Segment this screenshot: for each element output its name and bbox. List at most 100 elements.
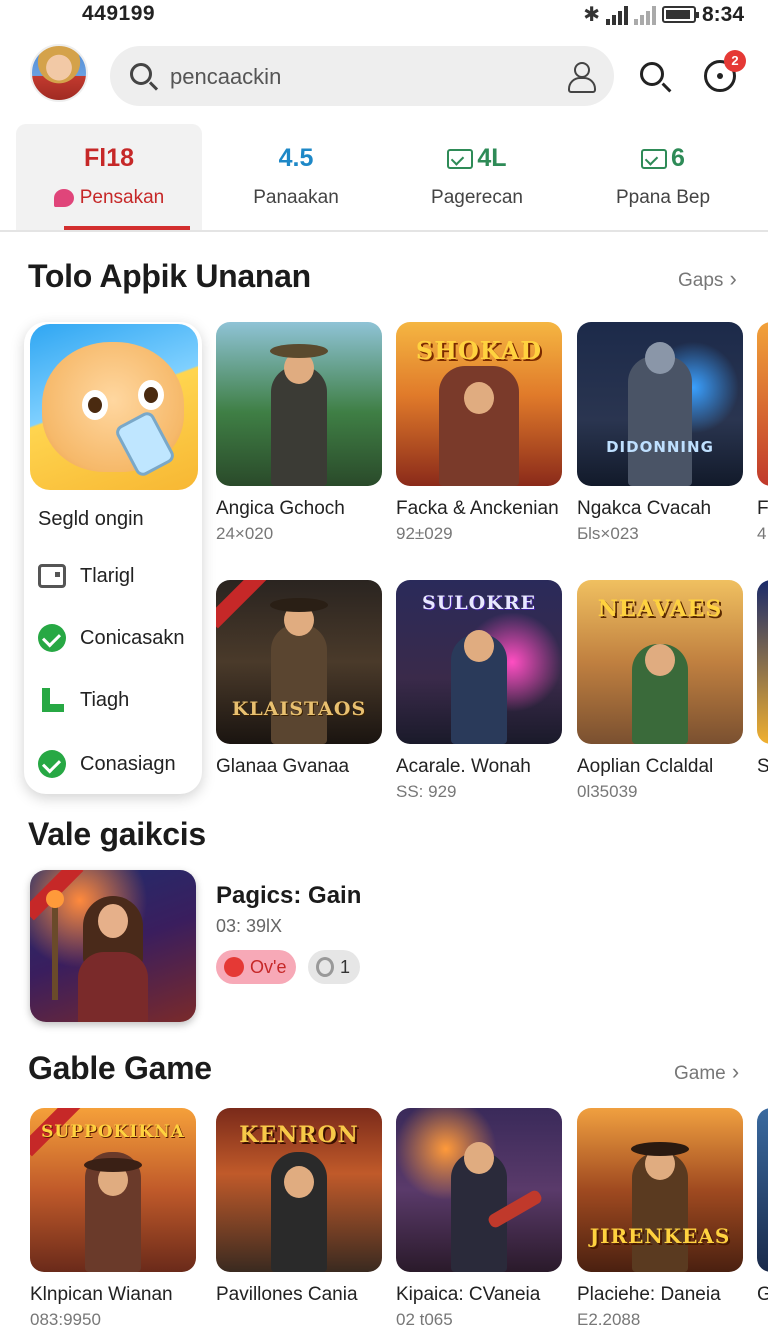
game-thumbnail: SULOKRE bbox=[396, 580, 562, 744]
game-meta: 92±029 bbox=[396, 524, 453, 543]
game-name: Facka & Anckenian bbox=[396, 498, 559, 519]
tab-value: Fl18 bbox=[83, 144, 135, 172]
search-bar[interactable]: pencaackin bbox=[110, 46, 614, 106]
game-name: Ngakca Cvacah bbox=[577, 498, 712, 519]
dropdown-menu-card: Segld ongin Tlarigl Conicasakn Tiagh Con… bbox=[24, 322, 202, 794]
tab-label: Pagerecan bbox=[431, 187, 523, 208]
game-card[interactable]: DIDONNING Ngakca Cvacah Ƃls×023 bbox=[577, 322, 743, 544]
game-name: Aoplian Cclaldal bbox=[577, 756, 714, 777]
section-title-top-apps: Tolo Apþik Unanan bbox=[28, 258, 311, 294]
status-icons: ✱ 8:34 bbox=[583, 2, 744, 27]
tab-pagerecan[interactable]: 4L Pagerecan bbox=[384, 124, 570, 230]
game-meta: 0l35039 bbox=[577, 782, 638, 801]
search-icon bbox=[130, 63, 152, 85]
box-icon bbox=[38, 564, 66, 588]
tab-label: Ppana Bep bbox=[615, 187, 711, 208]
game-logo: KLAISTAOS bbox=[231, 698, 367, 720]
menu-item-tiagh[interactable]: Tiagh bbox=[38, 686, 129, 714]
mascot-image[interactable] bbox=[30, 324, 198, 490]
app-header: pencaackin 2 bbox=[0, 42, 768, 110]
check-icon bbox=[38, 750, 66, 778]
game-name: Klnpican Wianan bbox=[30, 1284, 173, 1305]
status-bar: 449199 ✱ 8:34 bbox=[0, 0, 768, 30]
game-logo: DIDONNING bbox=[606, 438, 714, 456]
signal-icon bbox=[605, 5, 628, 25]
game-card-partial[interactable]: G bbox=[757, 1108, 768, 1310]
tab-label: Pensakan bbox=[79, 187, 165, 208]
menu-item-conasiagn[interactable]: Conasiagn bbox=[38, 750, 176, 778]
game-logo: NEAVAES bbox=[597, 596, 723, 622]
section-more-link[interactable]: Game bbox=[674, 1059, 739, 1085]
featured-game-thumbnail[interactable] bbox=[30, 870, 196, 1022]
chip-label: 1 bbox=[339, 957, 350, 977]
tab-value: 4L bbox=[477, 144, 507, 172]
circle-icon bbox=[316, 957, 334, 977]
game-meta: 24×020 bbox=[216, 524, 274, 543]
featured-game-title[interactable]: Pagics: Gain bbox=[216, 882, 361, 910]
game-card[interactable]: JIRENKEAS Placiehe: Daneia E2.2088 bbox=[577, 1108, 743, 1330]
header-search-icon[interactable] bbox=[640, 62, 664, 86]
featured-game-meta: 03: 39lX bbox=[216, 916, 283, 936]
game-card[interactable]: SHOKAD Facka & Anckenian 92±029 bbox=[396, 322, 562, 544]
game-name: Glanaa Gvanaa bbox=[216, 756, 350, 777]
game-card[interactable]: NEAVAES Aoplian Cclaldal 0l35039 bbox=[577, 580, 743, 802]
game-card-partial[interactable]: S bbox=[757, 580, 768, 782]
menu-item-label: Tiagh bbox=[80, 688, 130, 711]
game-thumbnail: NEAVAES bbox=[577, 580, 743, 744]
game-thumbnail: KENRON bbox=[216, 1108, 382, 1272]
search-input[interactable]: pencaackin bbox=[170, 64, 281, 90]
game-card[interactable]: KENRON Pavillones Cania bbox=[216, 1108, 382, 1310]
game-card-partial[interactable]: F 4 bbox=[757, 322, 768, 544]
person-icon[interactable] bbox=[568, 62, 596, 93]
trend-icon bbox=[641, 149, 668, 170]
notification-badge: 2 bbox=[724, 50, 746, 72]
section-more-link[interactable]: Gaps bbox=[678, 266, 737, 292]
game-logo: SUPPOKIKNA bbox=[41, 1122, 185, 1142]
game-card[interactable]: Kipaica: CVaneia 02 t065 bbox=[396, 1108, 562, 1330]
chart-icon bbox=[447, 149, 474, 170]
game-logo: KENRON bbox=[239, 1122, 359, 1148]
game-card[interactable]: KLAISTAOS Glanaa Gvanaa bbox=[216, 580, 382, 782]
game-meta: 4 bbox=[757, 524, 767, 543]
l-shape-icon bbox=[38, 686, 66, 714]
speech-icon bbox=[53, 189, 74, 207]
game-meta: 02 t065 bbox=[396, 1310, 453, 1329]
tab-panaakan[interactable]: 4.5 Panaakan bbox=[203, 124, 389, 230]
game-name: Pavillones Cania bbox=[216, 1284, 358, 1305]
menu-item-label: Tlarigl bbox=[80, 564, 135, 587]
avatar[interactable] bbox=[30, 44, 88, 102]
featured-chip-secondary[interactable]: 1 bbox=[308, 950, 360, 984]
game-card[interactable]: SULOKRE Acarale. Wonah SS: 929 bbox=[396, 580, 562, 802]
game-thumbnail: SUPPOKIKNA bbox=[30, 1108, 196, 1272]
game-meta: 083:9950 bbox=[30, 1310, 101, 1329]
featured-chip-primary[interactable]: Ov'e bbox=[216, 950, 297, 984]
game-meta: Ƃls×023 bbox=[577, 524, 639, 543]
battery-icon bbox=[661, 6, 699, 23]
menu-item-conicasakn[interactable]: Conicasakn bbox=[38, 624, 185, 652]
game-logo: JIRENKEAS bbox=[589, 1224, 731, 1248]
menu-item-tlarigl[interactable]: Tlarigl bbox=[38, 564, 134, 588]
menu-title: Segld ongin bbox=[38, 508, 144, 530]
bluetooth-icon: ✱ bbox=[583, 4, 600, 26]
tab-value: 4.5 bbox=[278, 144, 314, 172]
game-thumbnail: DIDONNING bbox=[577, 322, 743, 486]
tab-value: 6 bbox=[671, 144, 685, 172]
game-meta: E2.2088 bbox=[577, 1310, 641, 1329]
game-name: S bbox=[757, 756, 768, 777]
game-card[interactable]: SUPPOKIKNA Klnpican Wianan 083:9950 bbox=[30, 1108, 196, 1330]
badge-icon bbox=[224, 957, 244, 977]
game-thumbnail: SHOKAD bbox=[396, 322, 562, 486]
tab-pensakan[interactable]: Fl18 Pensakan bbox=[16, 124, 202, 230]
tab-ppana-bep[interactable]: 6 Ppana Bep bbox=[570, 124, 756, 230]
game-thumbnail bbox=[216, 322, 382, 486]
game-thumbnail: JIRENKEAS bbox=[577, 1108, 743, 1272]
game-logo: SULOKRE bbox=[422, 592, 536, 614]
menu-item-label: Conicasakn bbox=[80, 626, 185, 649]
section-title-gable-game: Gable Game bbox=[28, 1050, 212, 1086]
tab-label: Panaakan bbox=[253, 187, 339, 208]
stats-tabs: Fl18 Pensakan 4.5 Panaakan 4L Pagerecan … bbox=[0, 124, 768, 232]
section-title-featured: Vale gaikcis bbox=[28, 816, 206, 852]
game-card[interactable]: Angica Gchoch 24×020 bbox=[216, 322, 382, 544]
status-left-text: 449199 bbox=[82, 2, 156, 25]
game-thumbnail bbox=[396, 1108, 562, 1272]
